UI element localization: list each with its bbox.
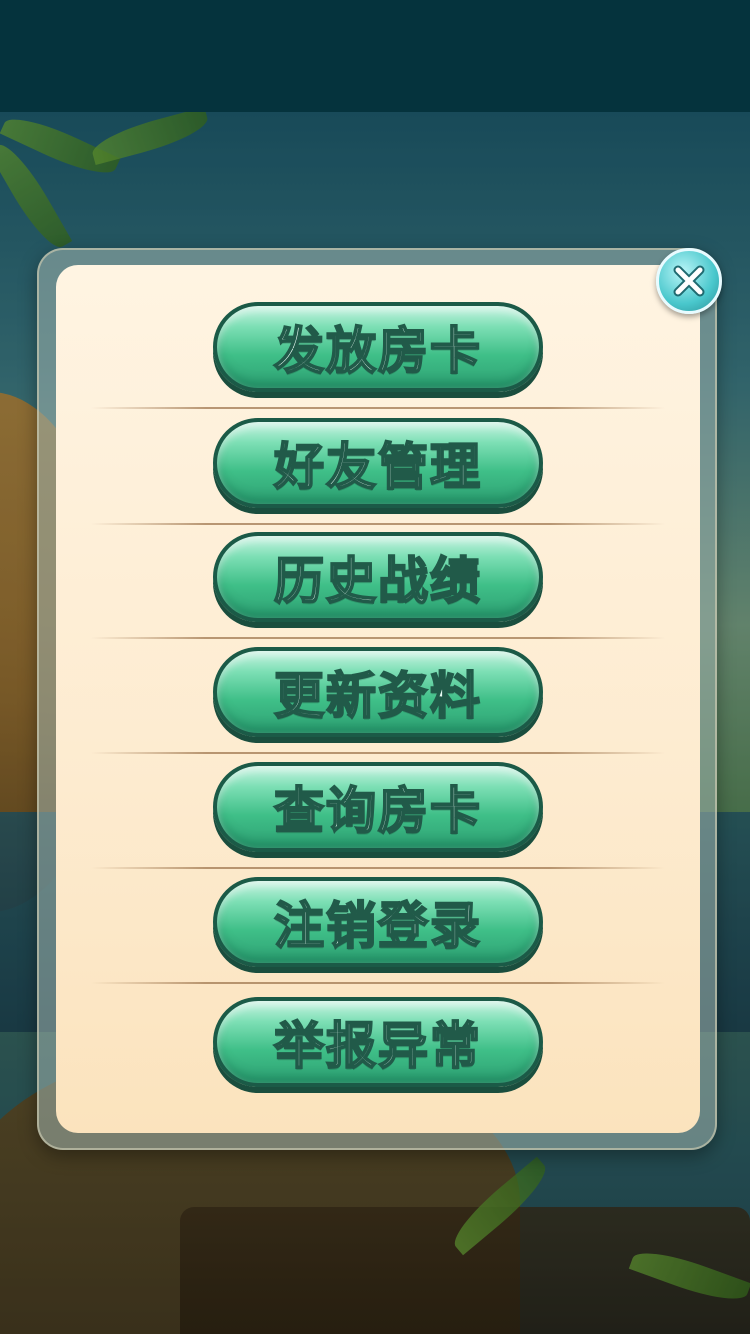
button-label: 更新资料 xyxy=(273,666,482,726)
button-label: 注销登录 xyxy=(273,896,482,956)
menu-item-report-abnormal: 举报异常 xyxy=(56,960,700,1087)
history-record-button[interactable]: 历史战绩 xyxy=(213,532,543,622)
query-room-card-button[interactable]: 查询房卡 xyxy=(213,762,543,852)
button-label: 好友管理 xyxy=(273,437,482,497)
button-label: 查询房卡 xyxy=(273,781,482,841)
menu-dialog-panel: 发放房卡 好友管理 历史战绩 更新资料 查询房卡 注销登录 举报异常 xyxy=(56,265,700,1133)
close-button[interactable] xyxy=(656,248,722,314)
menu-item-query-room-card: 查询房卡 xyxy=(56,725,700,869)
menu-item-friend-management: 好友管理 xyxy=(56,381,700,525)
button-label: 历史战绩 xyxy=(273,551,482,611)
report-abnormal-button[interactable]: 举报异常 xyxy=(213,997,543,1087)
menu-item-history-record: 历史战绩 xyxy=(56,495,700,639)
menu-item-update-profile: 更新资料 xyxy=(56,610,700,754)
menu-list: 发放房卡 好友管理 历史战绩 更新资料 查询房卡 注销登录 举报异常 xyxy=(56,265,700,1133)
logout-button[interactable]: 注销登录 xyxy=(213,877,543,967)
button-label: 发放房卡 xyxy=(273,321,482,381)
menu-item-logout: 注销登录 xyxy=(56,840,700,984)
button-label: 举报异常 xyxy=(273,1016,482,1076)
top-bar xyxy=(0,0,750,112)
update-profile-button[interactable]: 更新资料 xyxy=(213,647,543,737)
menu-item-issue-room-card: 发放房卡 xyxy=(56,265,700,409)
close-icon xyxy=(673,265,705,297)
issue-room-card-button[interactable]: 发放房卡 xyxy=(213,302,543,392)
